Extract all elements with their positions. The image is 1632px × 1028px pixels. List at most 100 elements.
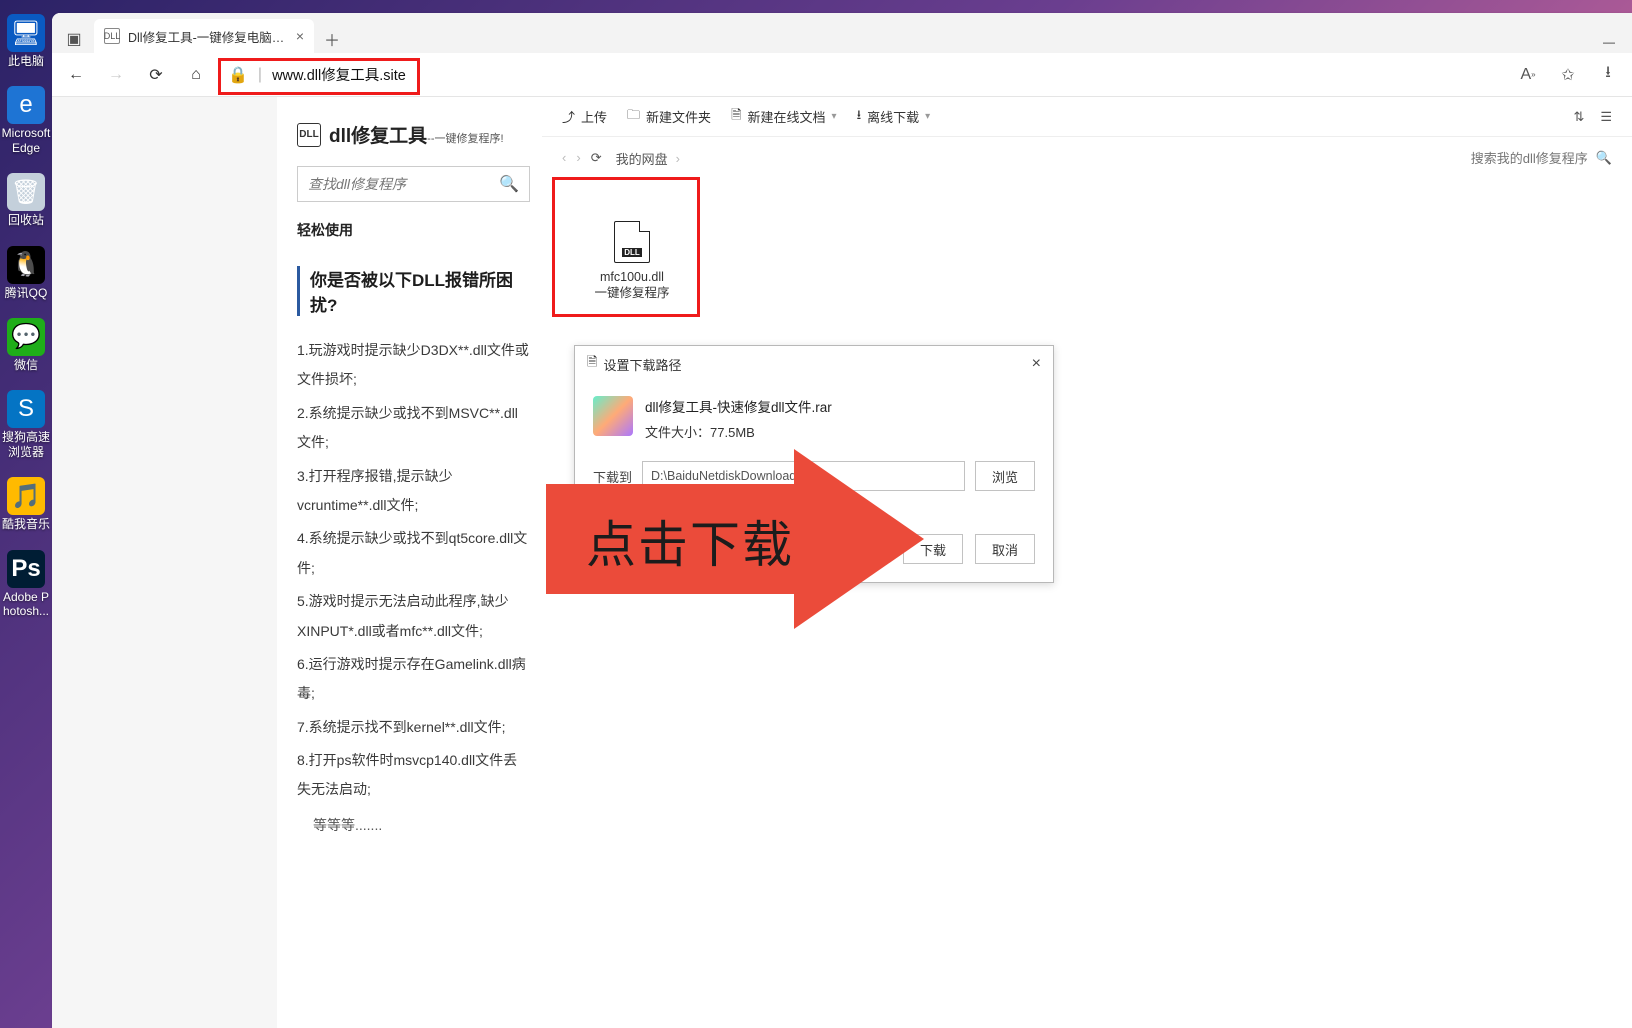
- dialog-titlebar: 🗎 设置下载路径 ×: [575, 346, 1053, 382]
- new-tab-button[interactable]: ＋: [318, 25, 346, 53]
- search-icon[interactable]: 🔍: [1596, 150, 1612, 166]
- bc-refresh-icon[interactable]: ⟳: [591, 150, 602, 166]
- section-title: 轻松使用: [297, 220, 530, 240]
- tab-actions-icon[interactable]: ▣: [58, 25, 90, 53]
- folder-icon: 🗀: [627, 106, 640, 128]
- site-search-input[interactable]: [308, 176, 499, 192]
- cloud-toolbar: ⤴上传 🗀新建文件夹 🗎新建在线文档▾ ⭳离线下载▾ ⇅ ☰: [542, 97, 1632, 137]
- app-label: 酷我音乐: [2, 517, 50, 531]
- site-brand: DLL dll修复工具--一键修复程序!: [297, 121, 530, 148]
- free-space-label: D盘剩余空间：81.35GB: [593, 501, 1035, 520]
- app-label: Adobe Photosh...: [0, 590, 52, 619]
- forward-button: →: [98, 57, 134, 93]
- desktop-icon[interactable]: 🐧腾讯QQ: [0, 246, 52, 300]
- file-thumbnail-icon: [593, 396, 633, 436]
- desktop-icon[interactable]: PsAdobe Photosh...: [0, 550, 52, 619]
- downloads-icon[interactable]: ⭳: [1590, 57, 1626, 93]
- browser-tab[interactable]: DLL Dll修复工具-一键修复电脑丢失D... ×: [94, 19, 314, 53]
- list-view-icon[interactable]: ☰: [1600, 109, 1612, 125]
- search-icon[interactable]: 🔍: [499, 174, 519, 194]
- cloud-main: ⤴上传 🗀新建文件夹 🗎新建在线文档▾ ⭳离线下载▾ ⇅ ☰ ‹ › ⟳ 我的网…: [542, 97, 1632, 1028]
- desktop-icon[interactable]: 🎵 酷我音乐: [0, 477, 52, 531]
- site-search[interactable]: 🔍: [297, 166, 530, 202]
- issue-item: 2.系统提示缺少或找不到MSVC**.dll文件;: [297, 399, 530, 458]
- site-left-column: DLL dll修复工具--一键修复程序! 🔍 轻松使用 你是否被以下DLL报错所…: [277, 97, 542, 1028]
- breadcrumb-path[interactable]: 我的网盘 ›: [616, 149, 680, 168]
- brand-logo-icon: DLL: [297, 123, 321, 147]
- page-content: DLL dll修复工具--一键修复程序! 🔍 轻松使用 你是否被以下DLL报错所…: [52, 97, 1632, 1028]
- new-doc-button[interactable]: 🗎新建在线文档▾: [731, 106, 837, 128]
- file-item[interactable]: DLL mfc100u.dll一键修复程序: [560, 193, 704, 329]
- breadcrumb-bar: ‹ › ⟳ 我的网盘 › 🔍: [542, 137, 1632, 179]
- bc-back-icon: ‹: [562, 150, 566, 166]
- app-label: Microsoft Edge: [0, 126, 52, 155]
- cloud-search[interactable]: 🔍: [1458, 150, 1612, 166]
- app-icon: Ps: [7, 550, 45, 588]
- download-path-input[interactable]: [642, 461, 965, 491]
- app-label: 搜狗高速浏览器: [0, 430, 52, 459]
- back-button[interactable]: ←: [58, 57, 94, 93]
- tab-close-icon[interactable]: ×: [296, 28, 304, 44]
- issues-list: 1.玩游戏时提示缺少D3DX**.dll文件或文件损坏;2.系统提示缺少或找不到…: [297, 336, 530, 805]
- app-icon: 💬: [7, 318, 45, 356]
- home-button[interactable]: ⌂: [178, 57, 214, 93]
- new-folder-button[interactable]: 🗀新建文件夹: [627, 106, 711, 128]
- dialog-filename: dll修复工具-快速修复dll文件.rar: [645, 396, 832, 416]
- download-button[interactable]: 下载: [903, 534, 963, 564]
- favorites-icon[interactable]: ✩: [1550, 57, 1586, 93]
- lock-icon: 🔒: [228, 65, 248, 85]
- app-label: 微信: [14, 358, 38, 372]
- chevron-down-icon: ▾: [832, 111, 837, 122]
- issue-item: 6.运行游戏时提示存在Gamelink.dll病毒;: [297, 650, 530, 709]
- tab-favicon: DLL: [104, 28, 120, 44]
- issue-item: 5.游戏时提示无法启动此程序,缺少XINPUT*.dll或者mfc**.dll文…: [297, 587, 530, 646]
- app-icon: 🎵: [7, 477, 45, 515]
- app-label: 腾讯QQ: [5, 286, 48, 300]
- file-name: mfc100u.dll一键修复程序: [594, 269, 669, 302]
- cloud-search-input[interactable]: [1458, 151, 1588, 166]
- dialog-icon: 🗎: [587, 353, 597, 375]
- offline-download-button[interactable]: ⭳离线下载▾: [857, 106, 931, 128]
- download-to-label: 下载到: [593, 467, 632, 486]
- issue-item: 8.打开ps软件时msvcp140.dll文件丢失无法启动;: [297, 746, 530, 805]
- desktop-icon[interactable]: 🗑 回收站: [0, 173, 52, 227]
- cancel-button[interactable]: 取消: [975, 534, 1035, 564]
- doc-icon: 🗎: [731, 106, 741, 128]
- browser-window: — ▣ DLL Dll修复工具-一键修复电脑丢失D... × ＋ ← → ⟳ ⌂…: [52, 13, 1632, 1028]
- sort-icon[interactable]: ⇅: [1573, 109, 1584, 125]
- brand-subtitle: --一键修复程序!: [427, 133, 503, 145]
- issues-etc: 等等等.......: [297, 815, 530, 835]
- upload-button[interactable]: ⤴上传: [562, 107, 607, 126]
- tab-title: Dll修复工具-一键修复电脑丢失D...: [128, 27, 288, 46]
- desktop-icon[interactable]: eMicrosoft Edge: [0, 86, 52, 155]
- desktop-icon[interactable]: 🖥 此电脑: [0, 14, 52, 68]
- app-icon: 🖥: [7, 14, 45, 52]
- download-icon: ⭳: [857, 106, 862, 128]
- chevron-right-icon: ›: [676, 151, 680, 166]
- url-text: www.dll修复工具.site: [272, 64, 406, 85]
- url-input[interactable]: 🔒 | www.dll修复工具.site: [218, 58, 1506, 92]
- refresh-button[interactable]: ⟳: [138, 57, 174, 93]
- read-aloud-icon[interactable]: A»: [1510, 57, 1546, 93]
- brand-title: dll修复工具: [329, 126, 427, 147]
- download-dialog: 🗎 设置下载路径 × dll修复工具-快速修复dll文件.rar 文件大小：77…: [574, 345, 1054, 583]
- issue-item: 3.打开程序报错,提示缺少vcruntime**.dll文件;: [297, 462, 530, 521]
- app-icon: S: [7, 390, 45, 428]
- app-label: 此电脑: [8, 54, 44, 68]
- browse-button[interactable]: 浏览: [975, 461, 1035, 491]
- bc-forward-icon: ›: [576, 150, 580, 166]
- issue-item: 1.玩游戏时提示缺少D3DX**.dll文件或文件损坏;: [297, 336, 530, 395]
- upload-icon: ⤴: [562, 107, 575, 126]
- left-gutter: [52, 97, 277, 1028]
- chevron-down-icon: ▾: [925, 111, 930, 122]
- desktop-icon[interactable]: S搜狗高速浏览器: [0, 390, 52, 459]
- issue-item: 7.系统提示找不到kernel**.dll文件;: [297, 713, 530, 742]
- app-label: 回收站: [8, 213, 44, 227]
- desktop-icon[interactable]: 💬 微信: [0, 318, 52, 372]
- tab-bar: ▣ DLL Dll修复工具-一键修复电脑丢失D... × ＋: [52, 13, 1632, 53]
- issue-item: 4.系统提示缺少或找不到qt5core.dll文件;: [297, 524, 530, 583]
- app-icon: e: [7, 86, 45, 124]
- app-icon: 🗑: [7, 173, 45, 211]
- file-grid: DLL mfc100u.dll一键修复程序: [542, 179, 1632, 343]
- dialog-close-icon[interactable]: ×: [1032, 355, 1041, 373]
